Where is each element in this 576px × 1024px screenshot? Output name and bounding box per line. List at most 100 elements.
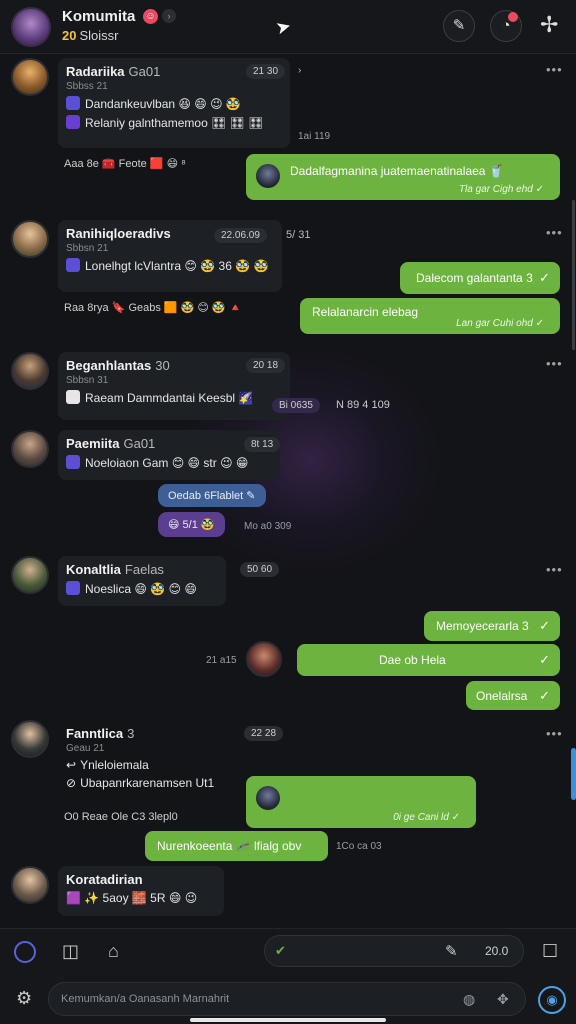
app-icon [66,581,80,595]
sender-meta: Faelas [124,562,164,577]
message-line: Lonelhgt lcVlantra 😊 🥸 36 🥸 🥸 [66,258,274,273]
input-placeholder: Kemumkan/a Oanasanh Marnahrit [61,993,230,1005]
send-arrow-icon[interactable]: ➤ [274,15,294,39]
scroll-edge-handle[interactable] [571,748,576,800]
message-card: Fanntlica 3 Geau 21 ↩ Ynleloiemala ⊘ Ubapan… [58,720,238,810]
outgoing-message[interactable]: Dalecom galantanta 3 ✓ [400,262,560,294]
attach-icon[interactable]: ✥ [497,991,509,1008]
sender-name[interactable]: Konaltlia Faelas [66,562,218,577]
message-line: Dandankeuvlban 😆 😄 😉 🥸 [66,96,282,111]
attach-icon: ⊘ [66,776,77,790]
sender-meta: Ga01 [123,436,156,451]
status-ring-icon[interactable] [14,941,36,963]
side-time: N 89 4 109 [336,399,390,411]
subtitle-text: Sloissr [79,28,119,43]
reply-icon: ↩ [66,758,77,772]
side-time: 5/ 31 [286,229,311,241]
chevron-icon[interactable]: › [162,9,176,23]
reaction-row[interactable]: O0 Reae Ole C3 3lepl0 [64,811,178,823]
app-icon [66,455,80,469]
bubble-stamp: 1Co ca 03 [336,841,382,852]
message-input[interactable]: Kemumkan/a Oanasanh Marnahrit ◍ ✥ [48,982,526,1016]
outgoing-message[interactable]: Dadalfagmanina juatemaenatinalaea 🥤 Tla … [246,154,560,200]
message-subline: Sbbss 21 [66,81,108,92]
bot-icon[interactable]: ⌂ [108,941,119,962]
message-card: Koratadirian 🟪 ✨ 5aoy 🧱 5R 😄 😉 [58,866,224,916]
avatar[interactable] [11,220,49,258]
timestamp: 22.06.09 [214,228,267,243]
side-time: 1ai 119 [298,131,331,142]
settings-icon[interactable]: ⚙ [16,988,32,1009]
app-icon [66,96,80,110]
avatar[interactable] [11,430,49,468]
home-indicator [190,1018,386,1022]
send-button[interactable]: ◉ [538,986,566,1014]
more-actions-icon[interactable]: ✢ [540,12,558,38]
message-subline: Sbbsn 21 [66,243,109,254]
check-icon: ✔ [275,943,286,958]
more-options-icon[interactable]: ••• [546,62,563,77]
tick-icon: › [298,65,302,76]
composer-bar: ⚙ Kemumkan/a Oanasanh Marnahrit ◍ ✥ ◉ [0,976,576,1024]
sender-avatar[interactable] [256,786,280,810]
message-line: Noeloiaon Gam 😊 😄 str 😉 😁 [66,455,272,470]
sender-name[interactable]: Koratadirian [66,872,216,887]
notification-dot [508,12,518,22]
timestamp: 21 30 [246,64,286,79]
check-icon: ✓ [539,270,550,285]
message-line: Noeslica 😄 🥸 😊 😄 [66,581,218,596]
outgoing-message[interactable]: 0i ge Cani ld ✓ [246,776,476,828]
avatar[interactable] [11,720,49,758]
sender-name[interactable]: Paemiita Ga01 [66,436,272,451]
more-options-icon[interactable]: ••• [546,356,563,371]
timestamp: 50 60 [240,562,280,577]
timestamp: 20 18 [246,358,286,373]
sender-avatar[interactable] [256,164,280,188]
outgoing-message[interactable]: Memoyecerarla 3 ✓ [424,611,560,641]
outgoing-message[interactable]: Onelalrsa ✓ [466,681,560,710]
more-options-icon[interactable]: ••• [546,562,563,577]
message-line: 🟪 ✨ 5aoy 🧱 5R 😄 😉 [66,891,198,905]
outgoing-message[interactable]: Nurenkoeenta 🦟 lfialg obv [145,831,328,861]
avatar[interactable] [11,866,49,904]
reaction-input[interactable]: ✔ ✎ 20.0 [264,935,524,967]
link-bubble[interactable]: Oedab 6Flablet ✎ [158,484,266,507]
avatar[interactable] [11,556,49,594]
avatar[interactable] [11,58,49,96]
outgoing-message[interactable]: Relalanarcin elebag Lan gar Cuhi ohd ✓ [300,298,560,334]
emoji-icon[interactable]: ◍ [463,991,475,1008]
chat-title[interactable]: Komumita [62,8,135,25]
check-icon: ✓ [539,652,550,667]
message-stamp: 0i ge Cani ld ✓ [393,812,460,823]
timestamp: 22 28 [244,726,284,741]
message-subline: Geau 21 [66,743,105,754]
scrollbar[interactable] [572,200,575,350]
message-subline: Sbbsn 31 [66,375,109,386]
toolbar: ◫ ⌂ ✔ ✎ 20.0 ☐ [0,928,576,976]
sender-name[interactable]: Fanntlica 3 [66,726,230,741]
outgoing-message[interactable]: Dae ob Hela ✓ [297,644,560,676]
check-icon: ✓ [539,687,550,703]
chat-header: Komumita ☺ › 20 Sloissr ➤ ✎ ◔ ✢ [0,0,576,54]
info-pill: Bi 0635 [272,398,320,413]
check-icon: ✓ [539,618,550,633]
avatar[interactable] [11,352,49,390]
message-line: ⊘ Ubapanrkarenamsen Ut1 [66,776,215,790]
more-options-icon[interactable]: ••• [546,225,563,240]
reaction-row[interactable]: Aaa 8e 🧰 Feote 🟥 😄 ⁸ [64,157,186,170]
reaction-row[interactable]: Raa 8rya 🔖 Geabs 🟧 🥸 😊 🥸 🔺 [64,301,242,314]
bubble-stamp: Mo a0 309 [244,521,292,532]
emoji-bubble[interactable]: 😄 5/1 🥸 [158,512,225,537]
pen-icon[interactable]: ✎ [443,10,475,42]
chat-subtitle: 20 Sloissr [62,28,118,43]
square-icon[interactable]: ◫ [62,941,79,962]
app-icon [66,258,80,272]
avatar[interactable] [246,641,282,677]
more-options-icon[interactable]: ••• [546,726,563,741]
side-time: 21 a15 [206,655,237,666]
chat-bubble-icon[interactable]: ☐ [542,941,558,962]
mic-icon[interactable]: ✎ [445,942,458,960]
message-line: ↩ Ynleloiemala [66,758,149,772]
group-avatar[interactable] [11,7,51,47]
sender-meta: Ga01 [128,64,161,79]
